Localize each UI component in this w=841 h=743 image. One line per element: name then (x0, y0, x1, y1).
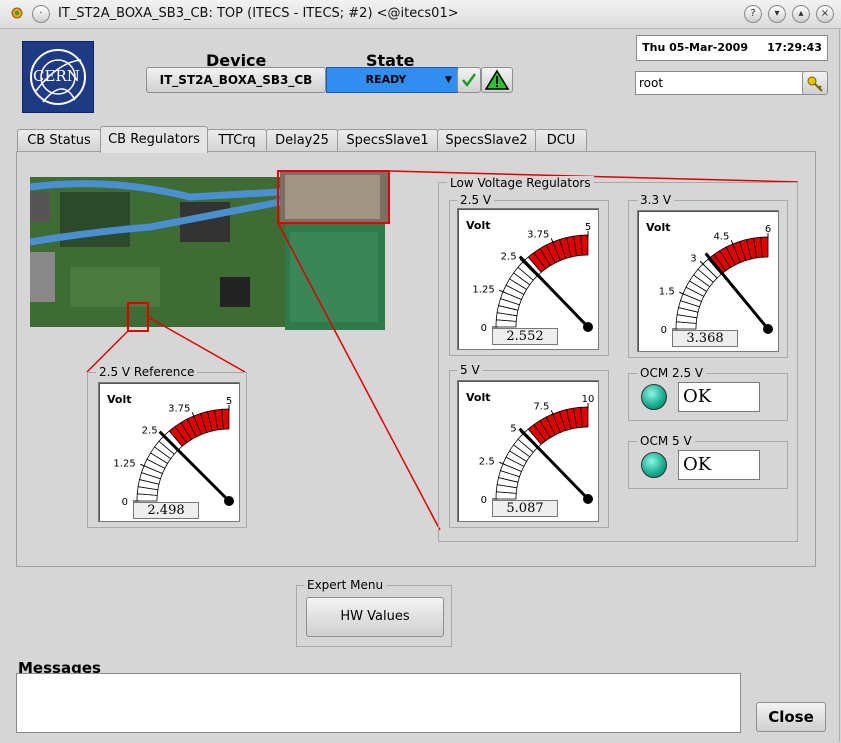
gauge-tick-label: 0 (661, 325, 667, 336)
gauge-tick-label: 1.25 (472, 284, 494, 295)
ocm-25-status: OK (678, 382, 760, 412)
gauge-readout: 2.498 (133, 502, 199, 519)
gauge-tick-label: 5 (226, 396, 232, 407)
expert-menu-label: Expert Menu (304, 578, 387, 592)
lv-5-label: 5 V (457, 363, 483, 377)
reference-gauge: 0 1.25 2.5 3.75 5 Volt 2.498 (98, 382, 240, 522)
gauge-unit: Volt (646, 221, 671, 234)
ocm-25-led (641, 384, 667, 410)
gauge-tick-label: 3.75 (168, 404, 190, 415)
gauge-hub (224, 496, 234, 506)
gauge-hub (583, 322, 593, 332)
gauge-tick-label: 7.5 (533, 402, 549, 413)
lv-25-gauge: 0 1.25 2.5 3.75 5 Volt 2.552 (457, 208, 599, 350)
ocm-5-status: OK (678, 450, 760, 480)
gauge-tick-label: 0 (481, 495, 487, 506)
gauge-tick-label: 0 (122, 497, 128, 508)
ocm-5-label: OCM 5 V (637, 434, 695, 448)
gauge-needle (518, 427, 590, 501)
reference-group-label: 2.5 V Reference (96, 365, 198, 379)
gauge-tick-label: 0 (481, 323, 487, 334)
gauge-readout: 5.087 (492, 500, 558, 517)
gauge-hub (583, 494, 593, 504)
gauge-readout: 2.552 (492, 328, 558, 345)
tab-cb-regulators[interactable]: CB Regulators (100, 126, 208, 153)
gauge-readout: 3.368 (672, 330, 738, 347)
gauge-needle (158, 430, 231, 503)
gauge-danger-segment (580, 406, 589, 428)
gauge-tick-label: 1.25 (113, 458, 135, 469)
gauge-unit: Volt (466, 391, 491, 404)
gauge-needle (704, 252, 770, 330)
lv-33-label: 3.3 V (637, 193, 675, 207)
messages-box[interactable] (16, 673, 741, 733)
gauge-unit: Volt (107, 393, 132, 406)
ocm-5-led (641, 452, 667, 478)
gauge-tick-label: 2.5 (479, 456, 495, 467)
gauge-tick-label: 3.75 (527, 230, 549, 241)
ocm-25-label: OCM 2.5 V (637, 366, 707, 380)
gauge-tick-label: 1.5 (659, 286, 675, 297)
gauge-needle (518, 255, 590, 329)
gauge-tick-label: 5 (585, 222, 591, 233)
gauge-tick-label: 5 (510, 424, 516, 435)
hw-values-button[interactable]: HW Values (306, 597, 444, 637)
lv-group-label: Low Voltage Regulators (447, 176, 594, 190)
gauge-tick-label: 4.5 (713, 232, 729, 243)
gauge-danger-segment (760, 236, 769, 258)
gauge-tick-label: 3 (690, 254, 696, 265)
gauge-danger-segment (580, 234, 589, 256)
close-button[interactable]: Close (756, 702, 826, 732)
gauge-tick-label: 2.5 (501, 252, 517, 263)
lv-5-gauge: 0 2.5 5 7.5 10 Volt 5.087 (457, 380, 599, 522)
lv-33-gauge: 0 1.5 3 4.5 6 Volt 3.368 (637, 210, 779, 352)
gauge-danger-segment (221, 408, 230, 430)
gauge-unit: Volt (466, 219, 491, 232)
gauge-tick-label: 2.5 (142, 426, 158, 437)
gauge-tick-label: 6 (765, 224, 771, 235)
gauge-hub (763, 324, 773, 334)
lv-25-label: 2.5 V (457, 193, 495, 207)
gauge-tick-label: 10 (582, 394, 595, 405)
